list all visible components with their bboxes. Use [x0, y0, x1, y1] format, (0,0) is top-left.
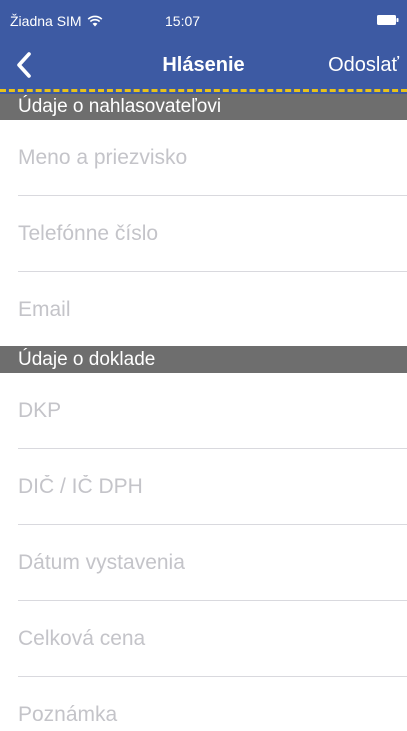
- section-header-reporter: Údaje o nahlasovateľovi: [0, 94, 407, 120]
- field-name: [0, 120, 407, 196]
- field-dkp: [0, 373, 407, 449]
- navigation-bar: Hlásenie Odoslať: [0, 40, 407, 90]
- tax-id-input[interactable]: [18, 471, 388, 503]
- note-input[interactable]: [18, 699, 388, 731]
- name-input[interactable]: [18, 142, 388, 174]
- field-issue-date: [0, 525, 407, 601]
- email-input[interactable]: [18, 294, 388, 326]
- wifi-icon: [87, 15, 102, 27]
- carrier-indicator: Žiadna SIM: [10, 12, 103, 30]
- status-time: 15:07: [165, 13, 201, 29]
- issue-date-input[interactable]: [18, 547, 388, 579]
- phone-input[interactable]: [18, 218, 388, 250]
- total-price-input[interactable]: [18, 623, 388, 655]
- send-button[interactable]: Odoslať: [328, 52, 399, 78]
- section-header-receipt: Údaje o doklade: [0, 346, 407, 373]
- header-divider: [0, 89, 407, 92]
- field-tax-id: [0, 449, 407, 525]
- battery-icon: [377, 15, 399, 25]
- field-phone: [0, 196, 407, 272]
- field-email: [0, 272, 407, 348]
- app-header: Žiadna SIM 15:07 Hlásenie Odoslať: [0, 0, 407, 95]
- carrier-label: Žiadna SIM: [10, 13, 82, 29]
- field-total-price: [0, 601, 407, 677]
- status-bar: Žiadna SIM 15:07: [0, 0, 407, 40]
- field-note: [0, 677, 407, 731]
- dkp-input[interactable]: [18, 395, 388, 427]
